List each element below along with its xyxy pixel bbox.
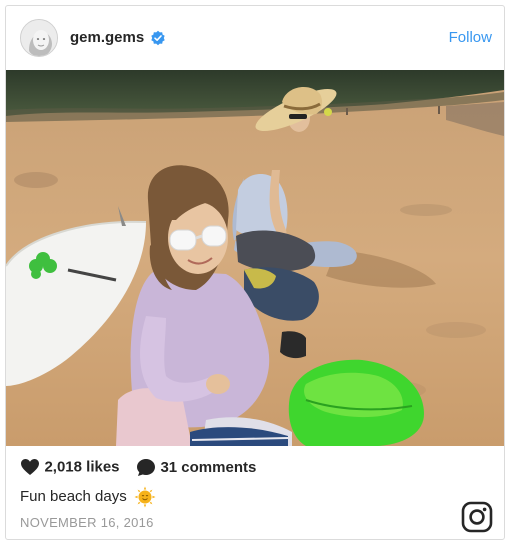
heart-icon[interactable] bbox=[20, 458, 40, 476]
comments-count: 31 comments bbox=[160, 459, 257, 476]
post-photo[interactable] bbox=[6, 70, 504, 446]
likes-group[interactable]: 2,018 likes bbox=[20, 458, 120, 476]
follow-button[interactable]: Follow bbox=[449, 29, 492, 46]
post-date: NOVEMBER 16, 2016 bbox=[20, 515, 154, 530]
instagram-logo[interactable] bbox=[461, 501, 493, 533]
caption-text: Fun beach days bbox=[20, 487, 127, 505]
verified-badge-icon bbox=[151, 30, 165, 46]
comments-group[interactable]: 31 comments bbox=[136, 458, 256, 477]
caption: Fun beach days bbox=[20, 486, 156, 508]
avatar[interactable] bbox=[20, 19, 58, 57]
likes-count: 2,018 likes bbox=[44, 458, 120, 476]
instagram-embed-card: gem.gems Follow 2,018 likes 31 comments … bbox=[5, 5, 505, 540]
username[interactable]: gem.gems bbox=[70, 29, 144, 46]
comment-bubble-icon[interactable] bbox=[136, 458, 156, 477]
sun-emoji-icon bbox=[134, 486, 156, 508]
post-header: gem.gems Follow bbox=[6, 6, 504, 70]
